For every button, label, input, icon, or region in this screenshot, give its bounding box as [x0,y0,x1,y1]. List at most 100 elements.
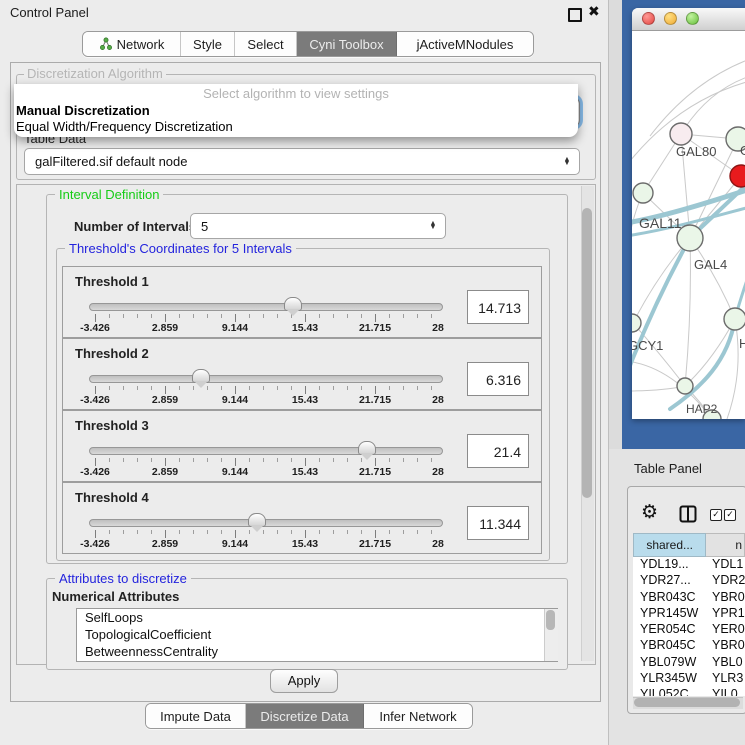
cell: YBL079W [633,655,712,671]
list-item[interactable]: TopologicalCoefficient [77,626,557,643]
tab-impute-data-label: Impute Data [160,709,231,724]
apply-button[interactable]: Apply [270,669,338,693]
table-row[interactable]: YIL052CYIL0 [633,687,745,696]
threshold-3-slider[interactable] [89,447,443,455]
tick-label: 9.144 [222,538,248,550]
tick-marks [95,314,443,322]
threshold-2-label: Threshold 2 [75,346,149,361]
tab-impute-data[interactable]: Impute Data [146,704,246,728]
tick-label: -3.426 [80,466,110,478]
cell: YBR043C [633,590,712,606]
table-row[interactable]: YBR045CYBR0 [633,638,745,654]
cell: YER0 [712,622,745,638]
table-header-row: shared... n [633,533,745,557]
table-row[interactable]: YBR043CYBR0 [633,590,745,606]
table-panel-title: Table Panel [634,461,702,476]
tab-infer-network[interactable]: Infer Network [364,704,472,728]
app-root: Control Panel ✖ Network Style Select [0,0,745,745]
list-item[interactable]: BetweennessCentrality [77,643,557,660]
cell: YPR145W [633,606,712,622]
column-header-name[interactable]: n [706,533,745,557]
number-of-intervals-value: 5 [191,219,425,234]
mac-close-icon[interactable] [642,12,655,25]
mac-zoom-icon[interactable] [686,12,699,25]
popup-option-equal-width-frequency[interactable]: Equal Width/Frequency Discretization [16,119,233,134]
checkbox-icon[interactable]: ✓ [724,509,736,521]
tab-discretize-data[interactable]: Discretize Data [246,704,364,728]
checkbox-icon[interactable]: ✓ [710,509,722,521]
table-row[interactable]: YBL079WYBL0 [633,655,745,671]
cell: YDR27... [633,573,712,589]
close-icon[interactable]: ✖ [588,3,600,20]
panel-title: Control Panel [10,5,89,20]
tick-label: 28 [432,322,444,334]
threshold-4-value-field[interactable]: 11.344 [467,506,529,540]
table-row[interactable]: YDL19...YDL1 [633,557,745,573]
threshold-1-slider-thumb[interactable] [284,297,302,311]
node-red-selected[interactable] [730,165,745,187]
table-data-value: galFiltered.sif default node [25,154,559,169]
column-header-shared-name[interactable]: shared... [633,533,706,557]
node-label: GAL11 [639,215,682,231]
threshold-1-value-field[interactable]: 14.713 [467,290,529,324]
tab-infer-network-label: Infer Network [379,709,456,724]
tab-select-label: Select [247,37,283,52]
node-label: H [739,336,745,351]
cell: YPR1 [712,606,745,622]
settings-scrollbar-thumb[interactable] [582,208,592,498]
threshold-2-value-field[interactable]: 6.316 [467,362,529,396]
threshold-4-slider[interactable] [89,519,443,527]
node-gal11[interactable] [633,183,653,203]
tab-cyni-toolbox[interactable]: Cyni Toolbox [297,32,397,56]
tab-network[interactable]: Network [83,32,181,56]
table-row[interactable]: YDR27...YDR2 [633,573,745,589]
float-window-icon[interactable] [568,8,582,22]
table-data-combobox[interactable]: galFiltered.sif default node ▲▼ [24,148,580,175]
cell: YER054C [633,622,712,638]
tab-style[interactable]: Style [181,32,235,56]
tab-select[interactable]: Select [235,32,297,56]
cell: YDR2 [712,573,745,589]
gear-icon[interactable]: ⚙ [641,501,658,524]
threshold-2-slider-thumb[interactable] [192,369,210,383]
threshold-4-panel: Threshold 4 -3.426 2.859 9.144 15.43 21.… [62,482,542,554]
list-item[interactable]: SelfLoops [77,609,557,626]
tab-jactivemnodules[interactable]: jActiveMNodules [397,32,533,56]
popup-option-manual-discretization[interactable]: Manual Discretization [16,103,150,118]
threshold-1-slider[interactable] [89,303,443,311]
table-row[interactable]: YLR345WYLR3 [633,671,745,687]
split-columns-icon[interactable] [679,505,697,523]
threshold-4-slider-thumb[interactable] [248,513,266,527]
threshold-3-value-field[interactable]: 21.4 [467,434,529,468]
cell: YBL0 [712,655,745,671]
mac-minimize-icon[interactable] [664,12,677,25]
top-tab-bar: Network Style Select Cyni Toolbox jActiv… [82,31,534,57]
interval-definition-title: Interval Definition [55,187,163,202]
table-horizontal-scrollbar-thumb[interactable] [634,698,740,707]
table-row[interactable]: YPR145WYPR1 [633,606,745,622]
spinner-arrows-icon: ▲▼ [425,222,441,230]
attributes-list-scrollbar-thumb[interactable] [546,610,555,630]
threshold-3-slider-thumb[interactable] [358,441,376,455]
numerical-attributes-list[interactable]: SelfLoops TopologicalCoefficient Between… [76,608,558,662]
tick-label: 15.43 [292,466,318,478]
node-gcy1[interactable] [632,314,641,332]
table-row[interactable]: YER054CYER0 [633,622,745,638]
node-hap2[interactable] [677,378,693,394]
tab-cyni-toolbox-label: Cyni Toolbox [309,37,383,52]
number-of-intervals-spinner[interactable]: 5 ▲▼ [190,213,446,239]
cell: YDL19... [633,557,712,573]
tick-label: 2.859 [152,466,178,478]
tab-style-label: Style [193,37,222,52]
tick-label: 21.715 [359,538,391,550]
threshold-2-panel: Threshold 2 -3.426 2.859 9.144 15.43 21.… [62,338,542,410]
threshold-1-panel: Threshold 1 -3.426 2.859 9.144 15.43 21.… [62,266,542,338]
control-panel: Control Panel ✖ Network Style Select [0,0,609,745]
network-canvas[interactable]: GAL80 GA C GAL11 GAL4 GCY1 H HAP2 [632,31,745,419]
network-icon [99,37,113,51]
node-gal80[interactable] [670,123,692,145]
cell: YDL1 [712,557,745,573]
threshold-2-slider[interactable] [89,375,443,383]
popup-hint-option: Select algorithm to view settings [14,86,578,101]
node-h-partial[interactable] [724,308,745,330]
